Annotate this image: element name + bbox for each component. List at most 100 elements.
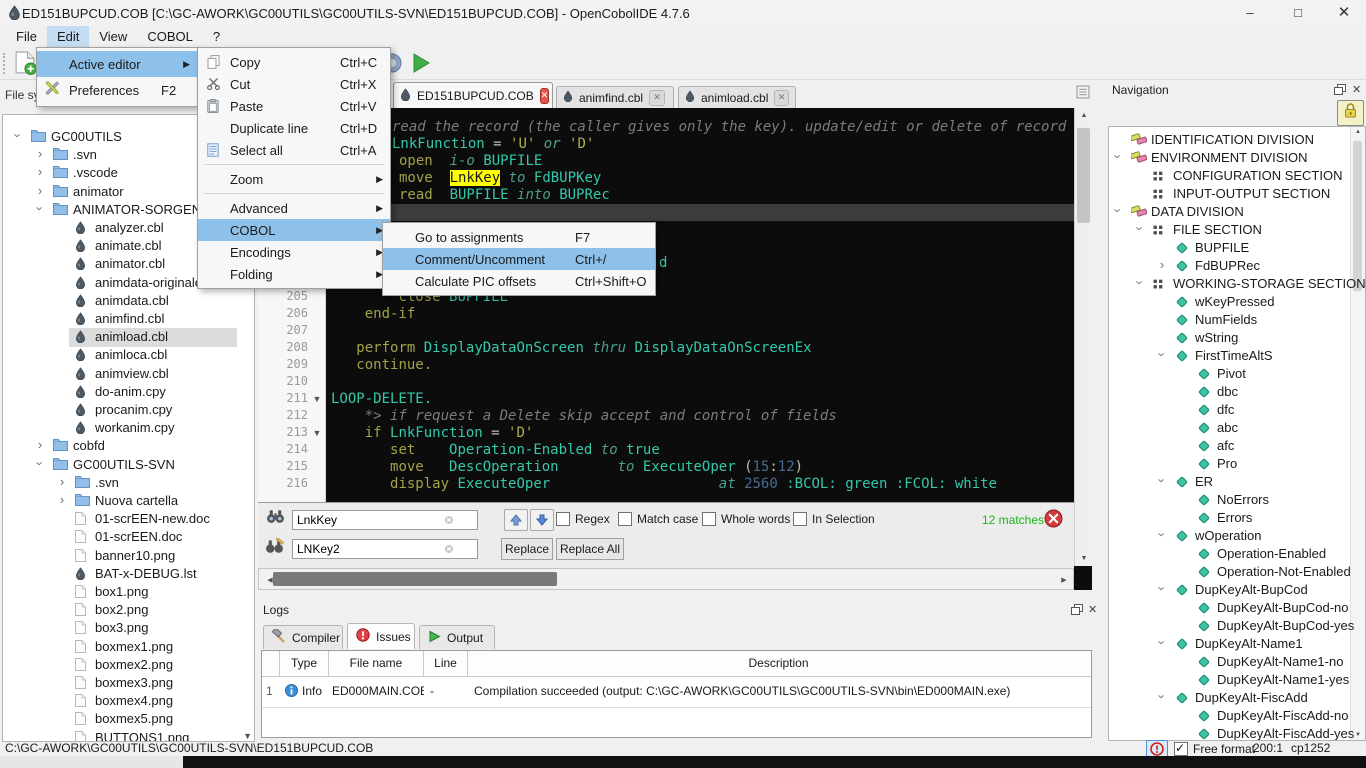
scroll-down-icon[interactable]: ▼: [1075, 555, 1093, 562]
file-tree-item-gc00utils-svn[interactable]: ›GC00UTILS-SVN: [3, 456, 254, 475]
file-tree-item-animdata-cbl[interactable]: animdata.cbl: [3, 292, 254, 311]
close-button[interactable]: ✕: [1322, 0, 1366, 26]
menu-item-copy[interactable]: Copy Ctrl+C: [198, 51, 390, 73]
expander-icon[interactable]: ›: [1155, 349, 1170, 361]
expander-icon[interactable]: ›: [34, 437, 46, 452]
file-tree-item-animview-cbl[interactable]: animview.cbl: [3, 365, 254, 384]
replace-all-button[interactable]: Replace All: [556, 538, 624, 560]
tab-close-icon[interactable]: ✕: [774, 90, 789, 106]
run-button[interactable]: [410, 52, 432, 79]
nav-tree-item-fdbuprec[interactable]: ›FdBUPRec: [1109, 257, 1365, 275]
nav-tree-item-bupfile[interactable]: BUPFILE: [1109, 239, 1365, 257]
close-search-icon[interactable]: [1044, 509, 1063, 531]
nav-tree-item-environment-division[interactable]: ›ENVIRONMENT DIVISION: [1109, 149, 1365, 167]
match-case-checkbox[interactable]: Match case: [618, 512, 698, 526]
close-panel-icon[interactable]: ✕: [1352, 83, 1361, 96]
menu-item-folding[interactable]: Folding ▶: [198, 263, 390, 285]
nav-tree-item-configuration-section[interactable]: CONFIGURATION SECTION: [1109, 167, 1365, 185]
menu-item-preferences[interactable]: Preferences F2: [37, 77, 197, 103]
file-tree-item-box2-png[interactable]: box2.png: [3, 601, 254, 620]
menu-item-cobol[interactable]: COBOL ▶: [198, 219, 390, 241]
nav-tree-item-er[interactable]: ›ER: [1109, 473, 1365, 491]
clear-input-icon[interactable]: [444, 514, 454, 528]
nav-tree-item-afc[interactable]: afc: [1109, 437, 1365, 455]
file-tree-item-workanim-cpy[interactable]: workanim.cpy: [3, 419, 254, 438]
nav-tree-item-dupkeyalt-bupcod[interactable]: ›DupKeyAlt-BupCod: [1109, 581, 1365, 599]
scrollbar-handle[interactable]: [273, 572, 557, 586]
free-format-checkbox[interactable]: Free format: [1174, 742, 1255, 756]
file-tree-item-boxmex5-png[interactable]: boxmex5.png: [3, 710, 254, 729]
tab-animfind[interactable]: animfind.cbl ✕: [556, 86, 674, 108]
menu-item-calculate-pic-offsets[interactable]: Calculate PIC offsets Ctrl+Shift+O: [383, 270, 655, 292]
undock-panel-icon[interactable]: [1071, 604, 1083, 618]
nav-tree-item-abc[interactable]: abc: [1109, 419, 1365, 437]
issue-type[interactable]: Info: [302, 677, 330, 705]
expander-icon[interactable]: ›: [34, 183, 46, 198]
nav-tree-item-wkeypressed[interactable]: wKeyPressed: [1109, 293, 1365, 311]
tab-list-icon[interactable]: [1076, 85, 1090, 104]
new-file-button[interactable]: [14, 51, 37, 81]
nav-tree-item-dbc[interactable]: dbc: [1109, 383, 1365, 401]
nav-tree-item-data-division[interactable]: ›DATA DIVISION: [1109, 203, 1365, 221]
tab-issues[interactable]: Issues: [347, 623, 415, 649]
expander-icon[interactable]: ›: [1155, 475, 1170, 487]
find-next-button[interactable]: [530, 509, 554, 531]
fold-icon[interactable]: ▼: [310, 425, 324, 442]
column-header-line[interactable]: Line: [424, 651, 468, 676]
expander-icon[interactable]: ›: [1133, 277, 1148, 289]
issue-file[interactable]: ED000MAIN.COB: [332, 677, 424, 705]
menu-item-duplicate-line[interactable]: Duplicate line Ctrl+D: [198, 117, 390, 139]
nav-tree-item-dupkeyalt-name1-yes[interactable]: DupKeyAlt-Name1-yes: [1109, 671, 1365, 689]
in-selection-checkbox[interactable]: In Selection: [793, 512, 875, 526]
file-tree-item-boxmex3-png[interactable]: boxmex3.png: [3, 674, 254, 693]
file-tree-item-animfind-cbl[interactable]: animfind.cbl: [3, 310, 254, 329]
column-header-type[interactable]: Type: [280, 651, 329, 676]
nav-tree-item-operation-enabled[interactable]: Operation-Enabled: [1109, 545, 1365, 563]
file-tree-item-box3-png[interactable]: box3.png: [3, 619, 254, 638]
editor-vertical-scrollbar[interactable]: ▲ ▼: [1074, 108, 1093, 566]
menu-view[interactable]: View: [89, 26, 137, 48]
menu-cobol[interactable]: COBOL: [137, 26, 203, 48]
menu-item-comment-uncomment[interactable]: Comment/Uncomment Ctrl+/: [383, 248, 655, 270]
file-tree-item-01-screen-new-doc[interactable]: 01-scrEEN-new.doc: [3, 510, 254, 529]
clear-input-icon[interactable]: [444, 543, 454, 557]
maximize-button[interactable]: □: [1276, 0, 1320, 26]
file-tree-item-svn[interactable]: ›.svn: [3, 474, 254, 493]
menu-item-encodings[interactable]: Encodings ▶: [198, 241, 390, 263]
tab-ed151bupcud[interactable]: ED151BUPCUD.COB ✕: [393, 82, 553, 108]
menu-item-paste[interactable]: Paste Ctrl+V: [198, 95, 390, 117]
menu-help[interactable]: ?: [203, 26, 230, 48]
menu-item-zoom[interactable]: Zoom ▶: [198, 168, 390, 190]
file-tree-item-animload-cbl[interactable]: animload.cbl: [3, 328, 254, 347]
nav-tree-item-woperation[interactable]: ›wOperation: [1109, 527, 1365, 545]
nav-tree-item-dupkeyalt-bupcod-no[interactable]: DupKeyAlt-BupCod-no: [1109, 599, 1365, 617]
tab-animload[interactable]: animload.cbl ✕: [678, 86, 796, 108]
expander-icon[interactable]: ›: [11, 130, 26, 142]
menu-file[interactable]: File: [6, 26, 47, 48]
expander-icon[interactable]: ›: [1155, 637, 1170, 649]
scroll-up-icon[interactable]: ▲: [1075, 112, 1093, 119]
close-panel-icon[interactable]: ✕: [1088, 603, 1097, 616]
expander-icon[interactable]: ›: [1111, 205, 1126, 217]
nav-tree-item-dupkeyalt-name1[interactable]: ›DupKeyAlt-Name1: [1109, 635, 1365, 653]
nav-tree-item-pro[interactable]: Pro: [1109, 455, 1365, 473]
minimize-button[interactable]: –: [1228, 0, 1272, 26]
lock-navigation-button[interactable]: [1337, 100, 1364, 126]
file-tree-item-nuova-cartella[interactable]: ›Nuova cartella: [3, 492, 254, 511]
expander-icon[interactable]: ›: [1155, 529, 1170, 541]
tab-compiler[interactable]: Compiler: [263, 625, 343, 649]
nav-tree-item-firsttimealts[interactable]: ›FirstTimeAltS: [1109, 347, 1365, 365]
expander-icon[interactable]: ›: [34, 146, 46, 161]
expander-icon[interactable]: ›: [34, 164, 46, 179]
nav-tree-item-identification-division[interactable]: IDENTIFICATION DIVISION: [1109, 131, 1365, 149]
file-tree-item-boxmex4-png[interactable]: boxmex4.png: [3, 692, 254, 711]
nav-tree-item-dupkeyalt-fiscadd-no[interactable]: DupKeyAlt-FiscAdd-no: [1109, 707, 1365, 725]
tab-close-icon[interactable]: ✕: [649, 90, 665, 106]
nav-tree-item-input-output-section[interactable]: INPUT-OUTPUT SECTION: [1109, 185, 1365, 203]
expander-icon[interactable]: ›: [33, 202, 48, 214]
nav-tree-item-dupkeyalt-bupcod-yes[interactable]: DupKeyAlt-BupCod-yes: [1109, 617, 1365, 635]
expander-icon[interactable]: ›: [56, 492, 68, 507]
expander-icon[interactable]: ›: [1111, 151, 1126, 163]
menu-item-select-all[interactable]: Select all Ctrl+A: [198, 139, 390, 161]
scrollbar-handle[interactable]: [1077, 128, 1090, 223]
